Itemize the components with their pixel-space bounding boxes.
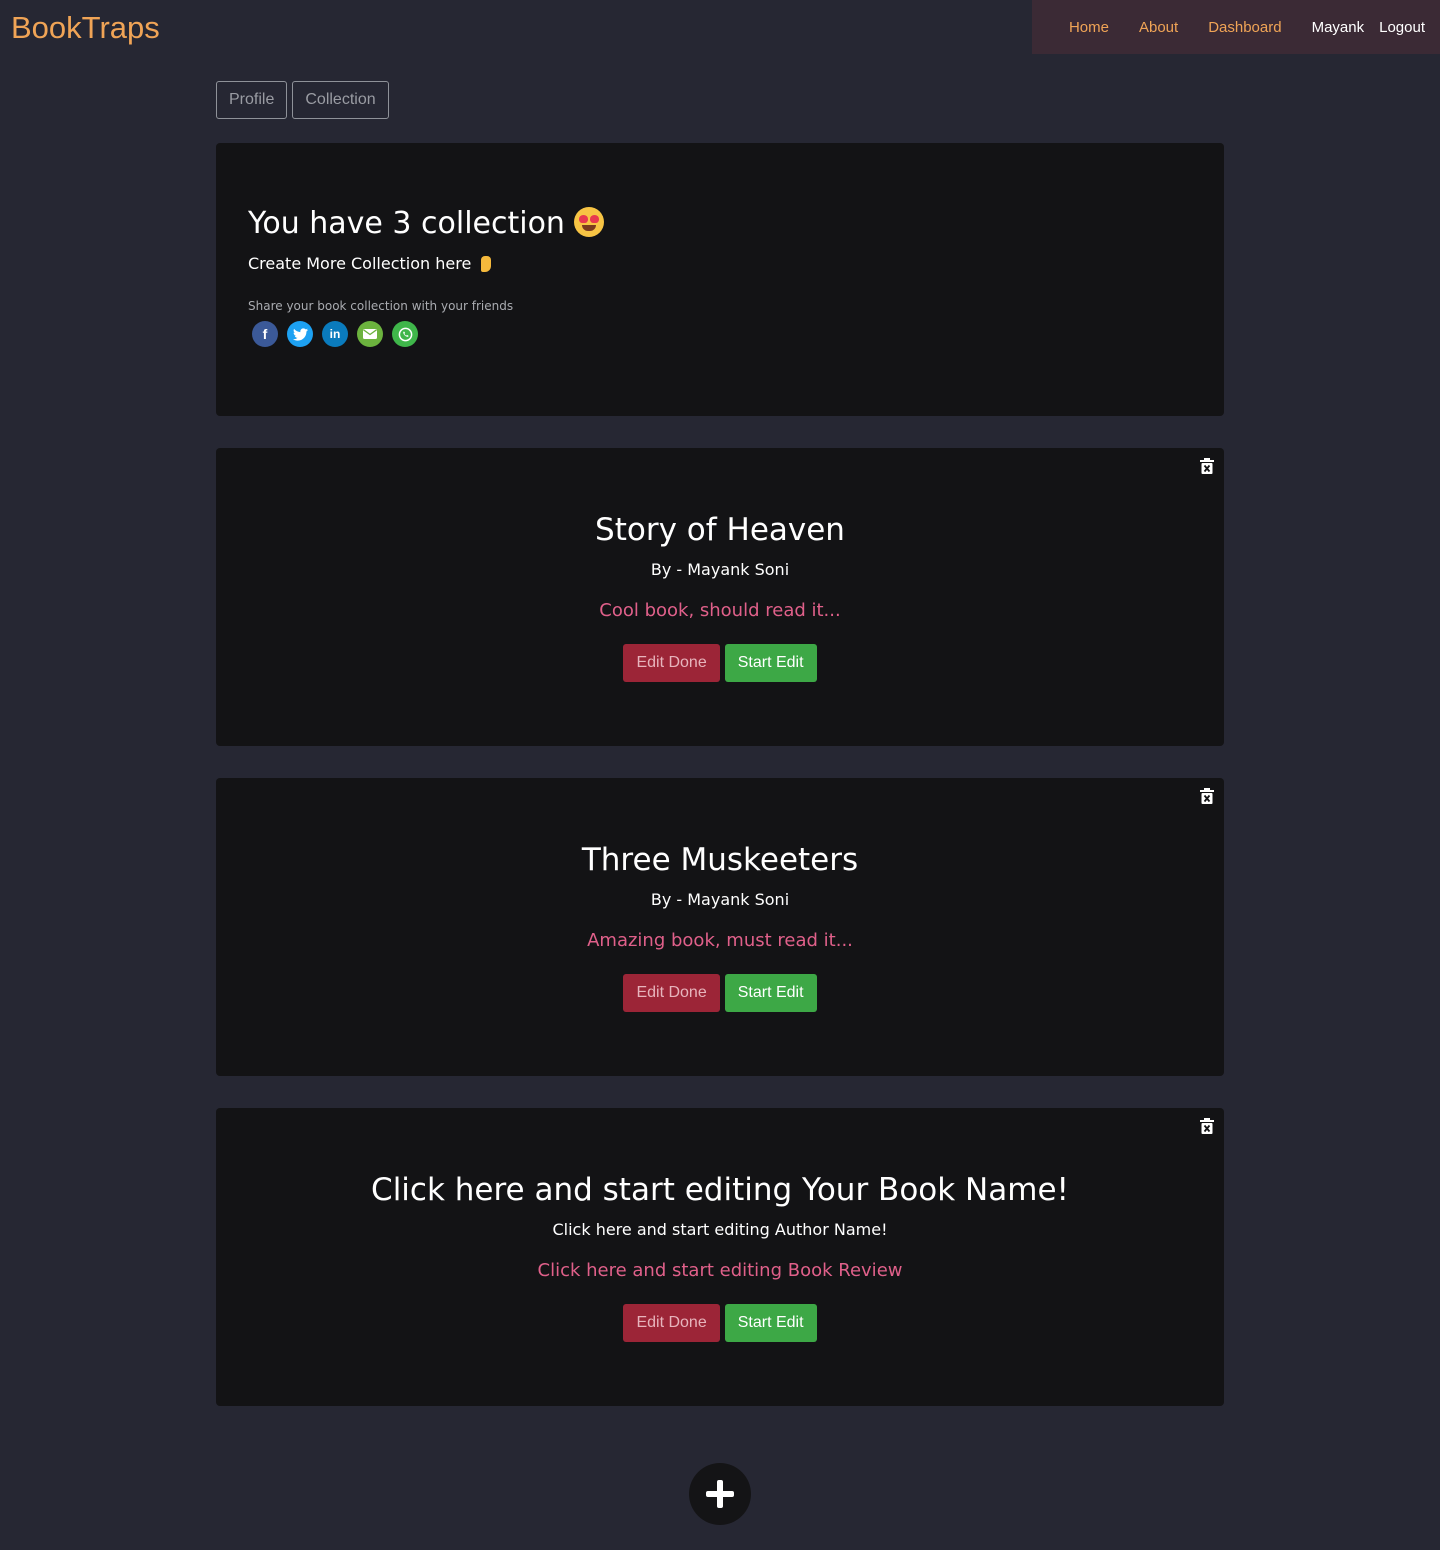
book-review[interactable]: Amazing book, must read it... <box>216 930 1224 951</box>
share-buttons: f in <box>252 321 418 347</box>
book-card: Click here and start editing Your Book N… <box>216 1108 1224 1406</box>
linkedin-icon[interactable]: in <box>322 321 348 347</box>
collection-count-text: You have 3 collection <box>248 206 565 241</box>
share-label: Share your book collection with your fri… <box>248 299 514 313</box>
nav-username[interactable]: Mayank <box>1312 19 1365 36</box>
delete-trash-icon[interactable] <box>1200 1118 1214 1134</box>
start-edit-button[interactable]: Start Edit <box>724 644 817 682</box>
book-title[interactable]: Click here and start editing Your Book N… <box>216 1172 1224 1208</box>
book-actions: Edit Done Start Edit <box>216 644 1224 682</box>
book-author[interactable]: Click here and start editing Author Name… <box>216 1220 1224 1239</box>
delete-trash-icon[interactable] <box>1200 458 1214 474</box>
start-edit-button[interactable]: Start Edit <box>724 1304 817 1342</box>
nav-dashboard[interactable]: Dashboard <box>1208 19 1281 36</box>
whatsapp-icon[interactable] <box>392 321 418 347</box>
top-navbar: Home About Dashboard Mayank Logout <box>1032 0 1440 54</box>
plus-icon <box>706 1480 734 1508</box>
collection-summary-card: You have 3 collection Create More Collec… <box>216 143 1224 416</box>
book-title[interactable]: Three Muskeeters <box>216 842 1224 878</box>
book-title[interactable]: Story of Heaven <box>216 512 1224 548</box>
edit-done-button[interactable]: Edit Done <box>623 644 720 682</box>
heart-eyes-emoji-icon <box>573 206 604 237</box>
edit-done-button[interactable]: Edit Done <box>623 1304 720 1342</box>
facebook-icon[interactable]: f <box>252 321 278 347</box>
tab-collection[interactable]: Collection <box>292 81 389 119</box>
nav-about[interactable]: About <box>1139 19 1178 36</box>
twitter-icon[interactable] <box>287 321 313 347</box>
nav-home[interactable]: Home <box>1069 19 1109 36</box>
delete-trash-icon[interactable] <box>1200 788 1214 804</box>
profile-tabs: Profile Collection <box>216 81 389 119</box>
email-icon[interactable] <box>357 321 383 347</box>
tab-profile[interactable]: Profile <box>216 81 288 119</box>
collection-count-heading: You have 3 collection <box>248 206 604 241</box>
nav-logout[interactable]: Logout <box>1379 19 1425 36</box>
book-author[interactable]: By - Mayank Soni <box>216 890 1224 909</box>
brand-logo[interactable]: BookTraps <box>11 10 160 46</box>
book-actions: Edit Done Start Edit <box>216 1304 1224 1342</box>
create-more-prompt: Create More Collection here <box>248 254 492 273</box>
create-more-text: Create More Collection here <box>248 254 472 273</box>
book-review[interactable]: Click here and start editing Book Review <box>216 1260 1224 1281</box>
add-collection-button[interactable] <box>689 1463 751 1525</box>
edit-done-button[interactable]: Edit Done <box>623 974 720 1012</box>
pointing-down-icon <box>481 255 492 272</box>
book-author[interactable]: By - Mayank Soni <box>216 560 1224 579</box>
start-edit-button[interactable]: Start Edit <box>724 974 817 1012</box>
book-card: Story of Heaven By - Mayank Soni Cool bo… <box>216 448 1224 746</box>
book-review[interactable]: Cool book, should read it... <box>216 600 1224 621</box>
book-card: Three Muskeeters By - Mayank Soni Amazin… <box>216 778 1224 1076</box>
book-actions: Edit Done Start Edit <box>216 974 1224 1012</box>
